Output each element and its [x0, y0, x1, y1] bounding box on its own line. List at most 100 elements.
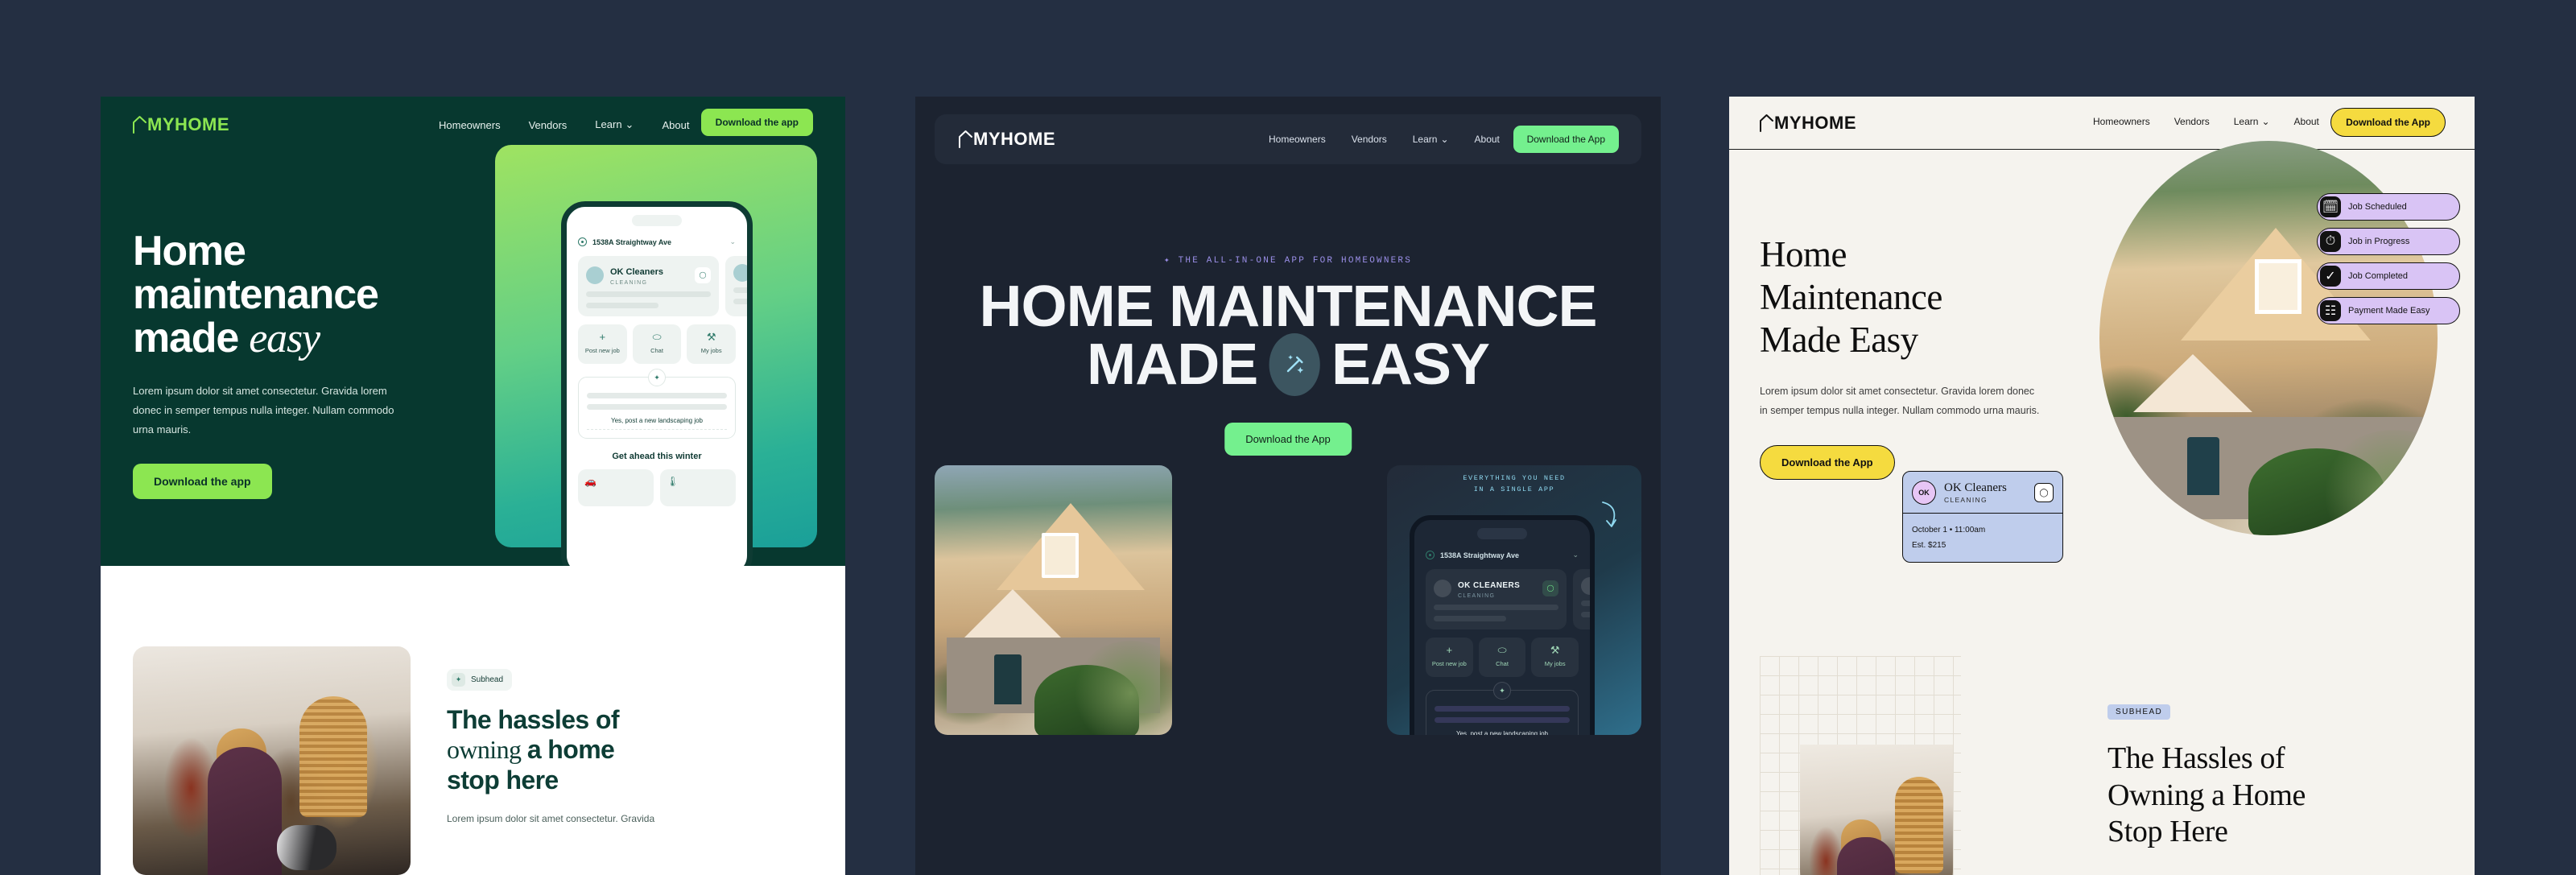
- ai-suggestion-answer[interactable]: Yes, post a new landscaping job: [587, 417, 727, 430]
- nav-link-learn[interactable]: Learn ⌄: [1413, 134, 1449, 145]
- status-badge-job-completed[interactable]: ✓ Job Completed: [2317, 262, 2460, 290]
- download-app-hero-button[interactable]: Download the app: [133, 464, 272, 500]
- headline-line-3-bold: made: [133, 315, 250, 362]
- vendor-card[interactable]: [725, 256, 747, 316]
- phone-address-row[interactable]: 1538A Straightway Ave ⌄: [1414, 539, 1590, 559]
- nav-link-about[interactable]: About: [2294, 116, 2319, 127]
- logo-myhome[interactable]: MYHOME: [133, 114, 229, 134]
- nav-link-vendors[interactable]: Vendors: [529, 119, 568, 131]
- quick-action-label: My jobs: [1544, 660, 1566, 667]
- skeleton-line: [733, 299, 747, 304]
- vendor-card-header: OK CLEANERS CLEANING ◯: [1434, 577, 1558, 599]
- vendor-avatar: OK: [1912, 481, 1936, 505]
- panel2-navbar: MYHOME Homeowners Vendors Learn ⌄ About D…: [935, 114, 1641, 164]
- quick-action-label: My jobs: [700, 347, 722, 354]
- chat-bubble-icon: ⬭: [1497, 644, 1507, 656]
- skeleton-line: [587, 404, 727, 410]
- skeleton-line: [1434, 616, 1506, 621]
- quick-action-my-jobs[interactable]: ⚒ My jobs: [687, 324, 737, 364]
- logo-myhome[interactable]: MYHOME: [1760, 113, 1856, 132]
- download-app-nav-button[interactable]: Download the app: [700, 109, 813, 136]
- logo-myhome[interactable]: MYHOME: [959, 129, 1055, 148]
- phone-address-row[interactable]: 1538A Straightway Ave ⌄: [567, 226, 747, 246]
- calendar-icon: 🗓: [2320, 196, 2341, 217]
- house-roof-icon: [133, 114, 147, 134]
- nav-link-homeowners[interactable]: Homeowners: [1269, 134, 1326, 145]
- chat-bubble-icon[interactable]: ◯: [2034, 483, 2054, 502]
- vendor-card[interactable]: OK CLEANERS CLEANING ◯: [1426, 569, 1567, 629]
- quick-action-chat[interactable]: ⬭ Chat: [1478, 638, 1526, 677]
- house-window-shape: [1041, 532, 1079, 578]
- subhead-badge: SUBHEAD: [2107, 704, 2171, 720]
- status-badge-job-scheduled[interactable]: 🗓 Job Scheduled: [2317, 193, 2460, 221]
- nav-link-homeowners[interactable]: Homeowners: [439, 119, 501, 131]
- lower-headline-line-1: The hassles of: [447, 705, 620, 734]
- plus-icon: +: [599, 331, 606, 343]
- panel1-lower-section: ✦ Subhead The hassles of owning a home s…: [101, 566, 845, 875]
- lower-headline-line-2: Owning a Home: [2107, 778, 2306, 812]
- quick-action-chat[interactable]: ⬭ Chat: [632, 324, 682, 364]
- lower-headline-line-3: Stop Here: [2107, 815, 2228, 849]
- house-roof-icon: [959, 129, 972, 148]
- panel1-nav-links: Homeowners Vendors Learn ⌄ About: [439, 118, 689, 131]
- phone-vendor-cards: OK CLEANERS CLEANING ◯: [1414, 559, 1590, 629]
- nav-link-about[interactable]: About: [662, 119, 689, 131]
- phone-vendor-cards: OK Cleaners CLEANING ◯: [567, 246, 747, 316]
- download-app-nav-button[interactable]: Download the App: [2330, 108, 2446, 137]
- nav-link-vendors[interactable]: Vendors: [2174, 116, 2210, 127]
- nav-link-homeowners[interactable]: Homeowners: [2093, 116, 2150, 127]
- nav-link-learn[interactable]: Learn ⌄: [595, 118, 634, 131]
- nav-link-learn-label: Learn: [2233, 116, 2259, 127]
- panel3-navbar: MYHOME Homeowners Vendors Learn ⌄ About D…: [1729, 97, 2475, 150]
- headline-line-3: Made Easy: [1760, 320, 1918, 361]
- panel2-app-showcase-card: EVERYTHING YOU NEED IN A SINGLE APP 1538…: [1387, 465, 1641, 735]
- headline-line-3-italic: easy: [249, 316, 320, 362]
- panel2-app-kicker: EVERYTHING YOU NEED IN A SINGLE APP: [1387, 473, 1641, 495]
- panel3-vendor-booking-card[interactable]: OK OK Cleaners CLEANING ◯ October 1 • 11…: [1902, 471, 2063, 563]
- nav-link-vendors[interactable]: Vendors: [1352, 134, 1387, 145]
- subhead-label: Subhead: [471, 675, 504, 684]
- booking-date-time: October 1 • 11:00am: [1912, 526, 1986, 534]
- vendor-card[interactable]: [1573, 569, 1590, 629]
- headline-line-2: Maintenance: [1760, 277, 1942, 318]
- sparkle-icon: ✦: [1493, 682, 1511, 700]
- panel3-hero-copy: Home Maintenance Made Easy Lorem ipsum d…: [1760, 233, 2082, 480]
- status-badge-job-in-progress[interactable]: ⏱ Job in Progress: [2317, 228, 2460, 255]
- winter-card-car[interactable]: 🚗: [578, 469, 654, 506]
- vendor-card-header: OK Cleaners CLEANING ◯: [586, 264, 711, 286]
- rattan-chair-shape: [1894, 777, 1943, 873]
- nav-link-about[interactable]: About: [1475, 134, 1500, 145]
- ai-suggestion-answer[interactable]: Yes, post a new landscaping job: [1435, 730, 1570, 735]
- skeleton-line: [586, 291, 711, 297]
- vendor-card[interactable]: OK Cleaners CLEANING ◯: [578, 256, 719, 316]
- design-variant-panel-cream: MYHOME Homeowners Vendors Learn ⌄ About D…: [1729, 97, 2475, 875]
- logo-wordmark: MYHOME: [1774, 113, 1856, 133]
- download-app-hero-button[interactable]: Download the App: [1760, 444, 1895, 480]
- skeleton-line: [586, 303, 658, 308]
- logo-wordmark: MYHOME: [147, 114, 229, 134]
- chat-bubble-icon[interactable]: ◯: [695, 266, 711, 283]
- location-pin-icon: [1426, 551, 1435, 559]
- download-app-nav-button[interactable]: Download the App: [1513, 126, 1619, 153]
- house-door-shape: [2187, 436, 2220, 495]
- house-porch-gable-shape: [2133, 353, 2252, 412]
- nav-link-learn[interactable]: Learn ⌄: [2234, 116, 2270, 127]
- headline-line-1: HOME MAINTENANCE: [979, 274, 1597, 339]
- phone-quick-actions: + Post new job ⬭ Chat ⚒ My jobs: [567, 316, 747, 364]
- chevron-down-icon: ⌄: [625, 118, 634, 130]
- panel3-nav-links: Homeowners Vendors Learn ⌄ About: [2093, 116, 2319, 127]
- winter-cards: 🚗 🌡: [567, 461, 747, 506]
- panel2-headline-wrap: HOME MAINTENANCE MADE EASY: [915, 274, 1661, 397]
- quick-action-post-new-job[interactable]: + Post new job: [1426, 638, 1473, 677]
- download-app-hero-button[interactable]: Download the App: [1224, 423, 1352, 456]
- lower-headline-line-1: The Hassles of: [2107, 741, 2285, 775]
- status-badge-label: Job Scheduled: [2348, 202, 2407, 212]
- panel1-lower-copy: ✦ Subhead The hassles of owning a home s…: [447, 669, 785, 828]
- status-badge-payment-made-easy[interactable]: ☷ Payment Made Easy: [2317, 297, 2460, 324]
- chat-bubble-icon[interactable]: ◯: [1542, 580, 1558, 596]
- quick-action-my-jobs[interactable]: ⚒ My jobs: [1531, 638, 1579, 677]
- winter-card-thermostat[interactable]: 🌡: [660, 469, 736, 506]
- house-window-shape: [2255, 259, 2302, 314]
- panel3-lower-section: SUBHEAD The Hassles of Owning a Home Sto…: [1729, 628, 2475, 875]
- quick-action-post-new-job[interactable]: + Post new job: [578, 324, 627, 364]
